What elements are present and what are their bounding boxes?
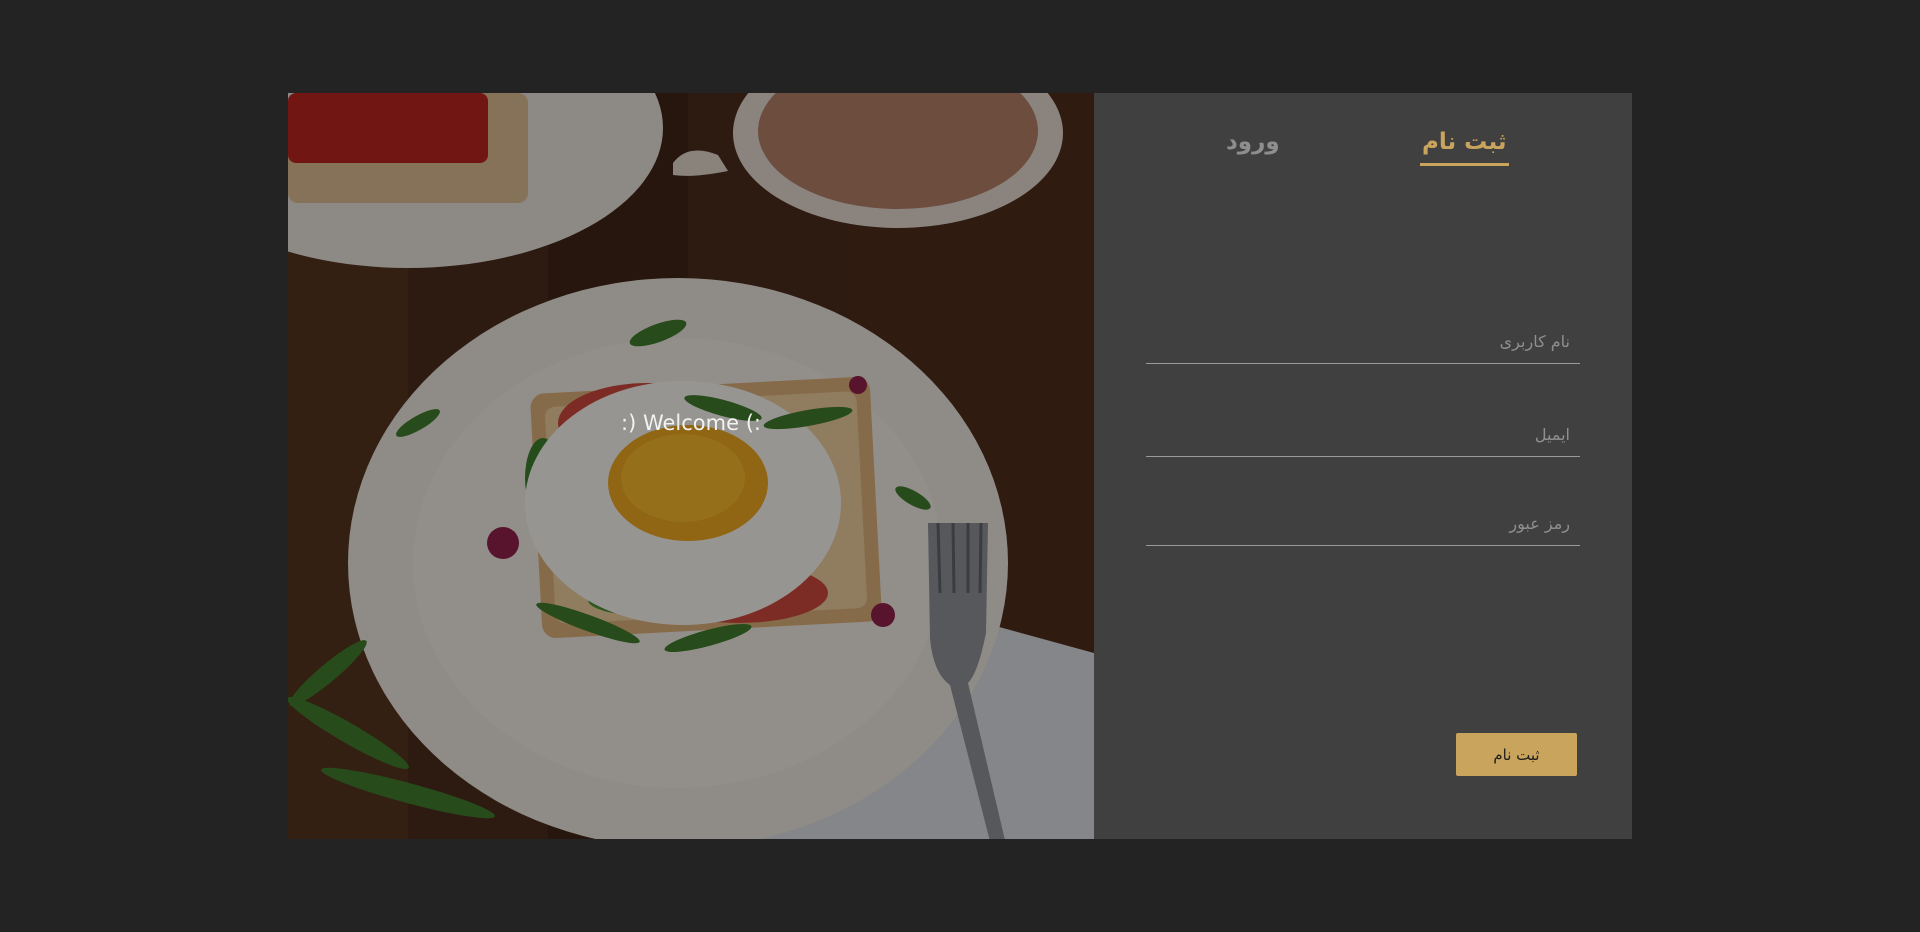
signup-button[interactable]: ثبت نام <box>1456 733 1577 776</box>
tab-login[interactable]: ورود <box>1226 129 1280 163</box>
welcome-text: :) Welcome (: <box>621 411 761 435</box>
username-input[interactable] <box>1146 320 1580 364</box>
auth-form-panel: ثبت نام ورود ثبت نام <box>1094 93 1632 839</box>
image-overlay <box>288 93 1094 839</box>
hero-image: :) Welcome (: <box>288 93 1094 839</box>
auth-card: :) Welcome (: ثبت نام ورود ثبت نام <box>288 93 1632 839</box>
email-input[interactable] <box>1146 413 1580 457</box>
tab-signup[interactable]: ثبت نام <box>1420 129 1509 166</box>
password-input[interactable] <box>1146 502 1580 546</box>
